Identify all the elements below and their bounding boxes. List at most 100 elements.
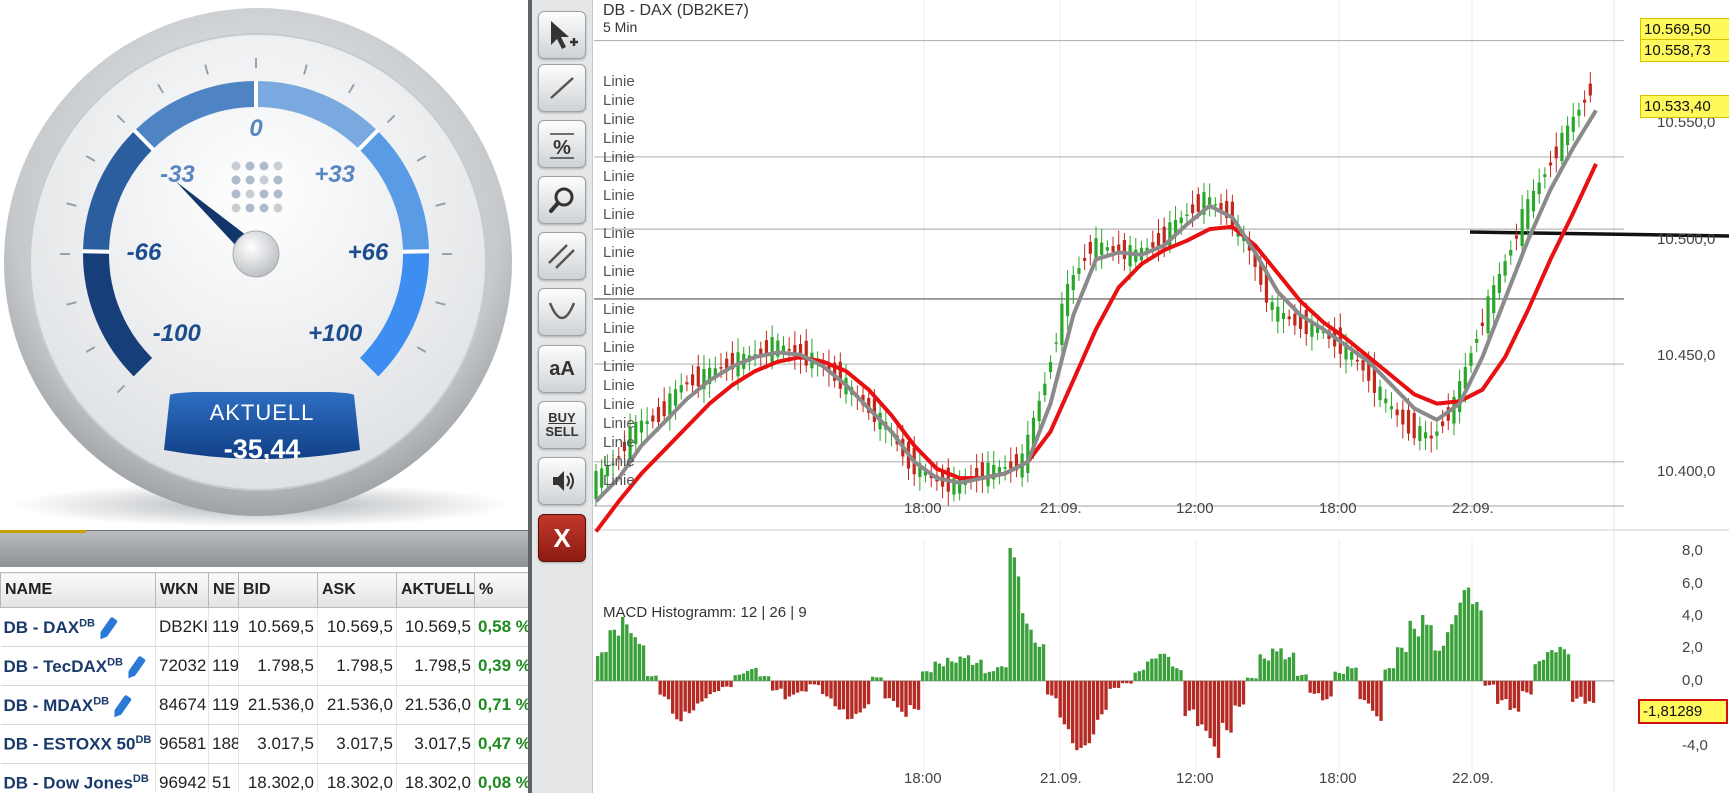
macd-bar — [721, 680, 725, 688]
table-row[interactable]: DB - DAXDB DB2KI 119 10.569,5 10.569,5 10.569… — [0, 607, 528, 647]
cursor-tool-button[interactable] — [538, 11, 586, 59]
candle-body — [1105, 247, 1109, 251]
macd-bar — [1025, 623, 1029, 681]
macd-bar — [1150, 658, 1154, 681]
drawing-line-label[interactable]: Linie — [603, 168, 635, 185]
macd-bar — [1158, 653, 1162, 681]
candle-body — [1122, 240, 1127, 260]
drawing-line-label[interactable]: Linie — [603, 73, 635, 90]
macd-y-tick-label: 4,0 — [1682, 607, 1703, 625]
macd-y-tick-label: 8,0 — [1682, 542, 1703, 560]
macd-bar — [1591, 680, 1596, 703]
drawing-line-label[interactable]: Linie — [603, 453, 635, 470]
arc-tool-button[interactable] — [538, 288, 586, 336]
candle-body — [1395, 409, 1399, 416]
macd-bar — [1079, 680, 1083, 748]
x-tick-label: 18:00 — [904, 500, 942, 517]
drawing-line-label[interactable]: Linie — [603, 320, 635, 337]
drawing-line-label[interactable]: Linie — [603, 149, 635, 166]
macd-bar — [862, 680, 867, 709]
macd-bar — [891, 680, 896, 702]
percent-tool-button[interactable]: % — [538, 120, 586, 168]
drawing-line-label[interactable]: Linie — [603, 415, 635, 432]
macd-bar — [1033, 642, 1037, 681]
drawing-line-label[interactable]: Linie — [603, 377, 635, 394]
macd-bar — [937, 663, 942, 681]
macd-bar — [1421, 615, 1425, 681]
drawing-line-label[interactable]: Linie — [603, 301, 635, 318]
column-header-aktuell[interactable]: AKTUELL — [396, 572, 475, 608]
macd-bar — [866, 680, 871, 705]
drawing-line-label[interactable]: Linie — [603, 92, 635, 109]
text-tool-button[interactable]: aA — [538, 345, 586, 393]
close-chart-button[interactable]: X — [538, 514, 586, 562]
chart-area[interactable]: DB - DAX (DB2KE7) 5 Min MACD Histogramm:… — [594, 0, 1729, 793]
sound-button[interactable] — [538, 457, 586, 505]
macd-bar — [841, 680, 846, 710]
aktuell-cell: 3.017,5 — [396, 724, 475, 764]
y-tick-label: 10.500,0 — [1657, 230, 1716, 248]
instrument-name-cell[interactable]: DB - TecDAXDB — [0, 646, 156, 686]
price-chart[interactable] — [594, 0, 1729, 793]
drawing-line-label[interactable]: Linie — [603, 206, 635, 223]
macd-bar — [1250, 677, 1254, 681]
drawing-line-label[interactable]: Linie — [603, 263, 635, 280]
table-row[interactable]: DB - Dow JonesDB 96942 51 18.302,0 18.302,0 1… — [0, 763, 528, 793]
watchlist-splitter[interactable] — [0, 530, 530, 567]
column-header-percent[interactable]: % — [474, 572, 528, 608]
instrument-name-cell[interactable]: DB - MDAXDB — [0, 685, 156, 725]
drawing-line-label[interactable]: Linie — [603, 434, 635, 451]
macd-bar — [871, 676, 875, 681]
drawing-line-label[interactable]: Linie — [603, 358, 635, 375]
macd-bar — [1116, 680, 1121, 688]
buy-sell-button[interactable]: BUY SELL — [538, 401, 586, 449]
drawing-line-label[interactable]: Linie — [603, 472, 635, 489]
instrument-name-cell[interactable]: DB - Dow JonesDB — [0, 763, 156, 793]
candle-body — [1554, 146, 1558, 159]
zoom-tool-button[interactable] — [538, 176, 586, 224]
channel-tool-button[interactable] — [538, 232, 586, 280]
macd-bar — [991, 671, 996, 681]
macd-bar — [1500, 680, 1504, 701]
macd-bar — [837, 680, 842, 710]
column-header-bid[interactable]: BID — [238, 572, 318, 608]
table-row[interactable]: DB - TecDAXDB 72032 119 1.798,5 1.798,5 1.798… — [0, 646, 528, 686]
pencil-icon[interactable] — [114, 694, 133, 715]
table-row[interactable]: DB - MDAXDB 84674 119 21.536,0 21.536,0 21.53… — [0, 685, 528, 725]
drawing-line-label[interactable]: Linie — [603, 130, 635, 147]
macd-bar — [1496, 680, 1500, 704]
pencil-icon[interactable] — [127, 655, 146, 676]
instrument-name-cell[interactable]: DB - ESTOXX 50DB — [0, 724, 156, 764]
instrument-name-cell[interactable]: DB - DAXDB — [0, 607, 156, 647]
instrument-issuer-sup: DB — [135, 733, 152, 746]
column-header-ne[interactable]: NE — [208, 572, 239, 608]
candle-body — [719, 367, 723, 369]
candle-body — [1213, 204, 1217, 206]
macd-bar — [1083, 680, 1087, 746]
drawing-line-label[interactable]: Linie — [603, 111, 635, 128]
svg-text:%: % — [553, 137, 571, 159]
ne-cell: 51 — [208, 763, 239, 793]
trend-line-tool-button[interactable] — [538, 64, 586, 112]
macd-bar — [1391, 668, 1396, 681]
candle-body — [1509, 249, 1513, 256]
table-row[interactable]: DB - ESTOXX 50DB 96581 188 3.017,5 3.017,5 3.… — [0, 724, 528, 764]
pencil-icon[interactable] — [99, 616, 118, 637]
drawing-line-label[interactable]: Linie — [603, 225, 635, 242]
column-header-name[interactable]: NAME — [0, 572, 156, 608]
macd-bar — [1541, 659, 1546, 681]
macd-bar — [1466, 587, 1471, 681]
candle-body — [1520, 209, 1524, 246]
macd-bar — [1379, 680, 1383, 721]
drawing-line-label[interactable]: Linie — [603, 187, 635, 204]
price-marker-label: 10.558,73 — [1640, 39, 1729, 62]
drawing-line-label[interactable]: Linie — [603, 339, 635, 356]
drawing-line-label[interactable]: Linie — [603, 244, 635, 261]
candle-body — [1389, 406, 1394, 410]
macd-bar — [1362, 680, 1367, 701]
drawing-line-label[interactable]: Linie — [603, 282, 635, 299]
drawing-line-label[interactable]: Linie — [603, 396, 635, 413]
column-header-wkn[interactable]: WKN — [155, 572, 209, 608]
macd-bar — [916, 680, 921, 710]
column-header-ask[interactable]: ASK — [317, 572, 397, 608]
